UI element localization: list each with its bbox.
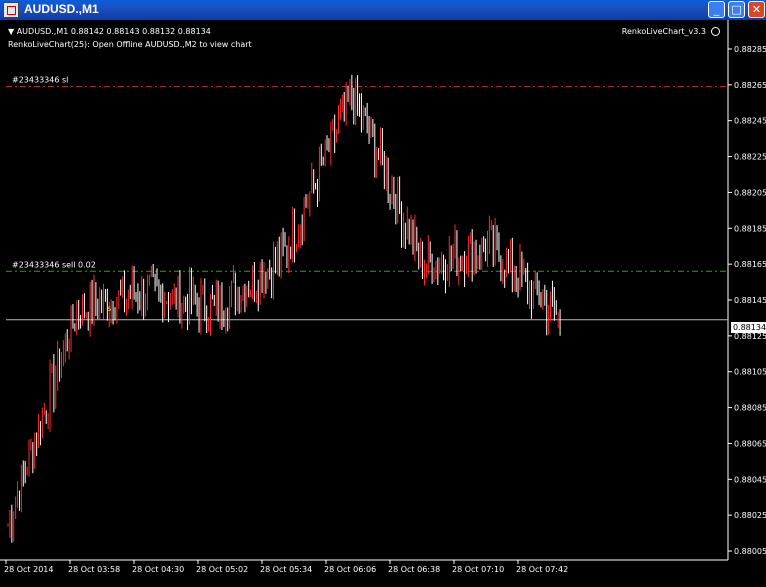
y-tick-label: 0.88005: [734, 547, 766, 556]
x-tick-label: 28 Oct 05:34: [260, 565, 312, 574]
x-tick-label: 28 Oct 04:30: [132, 565, 184, 574]
x-tick-label: 28 Oct 07:10: [452, 565, 504, 574]
smiley-icon[interactable]: [711, 27, 720, 36]
window-title: AUDUSD.,M1: [24, 2, 99, 16]
y-tick-label: 0.88105: [734, 368, 766, 377]
y-tick-label: 0.88165: [734, 260, 766, 269]
expert-advisor-name: RenkoLiveChart_v3.3: [621, 27, 706, 36]
minimize-button[interactable]: _: [708, 1, 725, 18]
x-tick-label: 28 Oct 05:02: [196, 565, 248, 574]
maximize-button[interactable]: □: [728, 1, 745, 18]
candlestick-chart-svg[interactable]: 0.88285 0.88265 0.88245 0.88225 0.88205 0.881…: [0, 20, 766, 587]
y-tick-label: 0.88125: [734, 332, 766, 341]
trade-marker: s: [107, 304, 111, 313]
y-tick-label: 0.88285: [734, 45, 766, 54]
x-tick-label: 28 Oct 07:42: [516, 565, 568, 574]
chart-menu-triangle-icon[interactable]: ▼: [8, 27, 17, 36]
current-price-label: 0.88134: [731, 322, 766, 333]
y-tick-label: 0.88025: [734, 511, 766, 520]
indicator-status-line: RenkoLiveChart(25): Open Offline AUDUSD.…: [8, 40, 252, 49]
y-tick-label: 0.88045: [734, 475, 766, 484]
y-tick-label: 0.88065: [734, 439, 766, 448]
window-titlebar[interactable]: AUDUSD.,M1 _ □ ✕: [0, 0, 766, 20]
y-tick-label: 0.88265: [734, 81, 766, 90]
price-chart[interactable]: 0.88285 0.88265 0.88245 0.88225 0.88205 0.881…: [0, 20, 766, 587]
x-tick-label: 28 Oct 06:38: [388, 565, 440, 574]
order-line-label-sl: #23433346 sl: [12, 76, 68, 85]
x-tick-label: 28 Oct 06:06: [324, 565, 376, 574]
y-tick-label: 0.88145: [734, 296, 766, 305]
y-tick-label: 0.88225: [734, 153, 766, 162]
y-tick-label: 0.88205: [734, 188, 766, 197]
x-tick-label: 28 Oct 2014: [4, 565, 53, 574]
y-tick-label: 0.88245: [734, 117, 766, 126]
close-button[interactable]: ✕: [748, 1, 765, 18]
order-line-label-sell: #23433346 sell 0.02: [12, 260, 96, 269]
x-tick-label: 28 Oct 03:58: [68, 565, 120, 574]
y-tick-label: 0.88085: [734, 404, 766, 413]
y-tick-label: 0.88185: [734, 224, 766, 233]
chart-symbol-line: ▼ AUDUSD.,M1 0.88142 0.88143 0.88132 0.8…: [8, 27, 211, 36]
mt4-chart-icon: [3, 2, 19, 18]
